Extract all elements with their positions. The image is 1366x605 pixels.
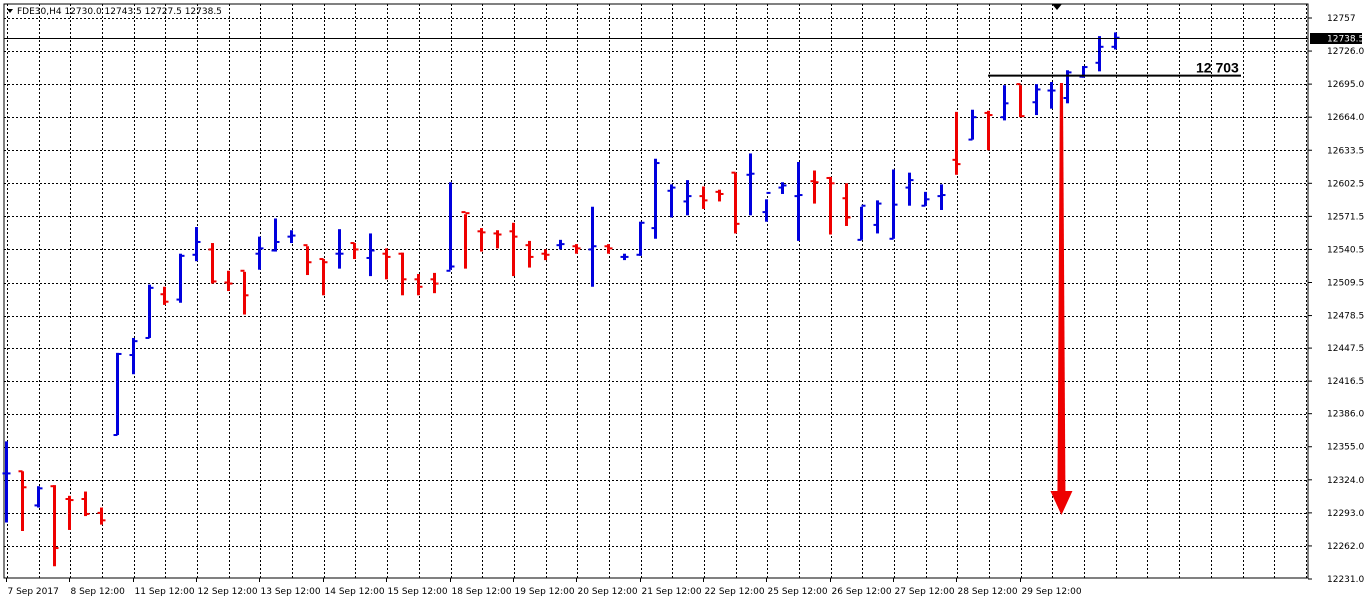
x-tick-label: 14 Sep 12:00 — [325, 587, 385, 597]
x-tick-label: 7 Sep 2017 — [8, 587, 59, 597]
x-tick-label: 19 Sep 12:00 — [515, 587, 575, 597]
y-tick-label: 12355.0 — [1327, 443, 1364, 453]
x-tick-label: 29 Sep 12:00 — [1022, 587, 1082, 597]
y-tick-label: 12447.5 — [1327, 344, 1364, 354]
y-tick-label: 12664.0 — [1327, 113, 1364, 123]
x-tick-label: 26 Sep 12:00 — [832, 587, 892, 597]
y-tick-label: 12262.0 — [1327, 542, 1364, 552]
y-tick-label: 12293.0 — [1327, 509, 1364, 519]
x-tick-label: 20 Sep 12:00 — [578, 587, 638, 597]
x-tick-label: 21 Sep 12:00 — [642, 587, 702, 597]
y-tick-label: 12509.5 — [1327, 279, 1364, 289]
level-label: 12 703 — [1196, 60, 1239, 76]
x-tick-label: 12 Sep 12:00 — [198, 587, 258, 597]
x-tick-label: 25 Sep 12:00 — [768, 587, 828, 597]
x-tick-label: 8 Sep 12:00 — [71, 587, 126, 597]
symbol-header: FDE30,H4 12730.0 12743.5 12727.5 12738.5 — [17, 7, 222, 17]
current-price-tag: 12738.5 — [1310, 33, 1364, 45]
x-tick-label: 15 Sep 12:00 — [388, 587, 448, 597]
y-tick-label: 12602.5 — [1327, 179, 1364, 189]
y-tick-label: 12324.0 — [1327, 476, 1364, 486]
y-tick-label: 12695.0 — [1327, 80, 1364, 90]
y-tick-label: 12231.0 — [1327, 575, 1364, 585]
chart-background — [0, 0, 1366, 605]
x-tick-label: 27 Sep 12:00 — [895, 587, 955, 597]
x-tick-label: 11 Sep 12:00 — [135, 587, 195, 597]
x-tick-label: 28 Sep 12:00 — [958, 587, 1018, 597]
y-tick-label: 12478.5 — [1327, 312, 1364, 322]
x-tick-label: 13 Sep 12:00 — [261, 587, 321, 597]
y-tick-label: 12540.5 — [1327, 245, 1364, 255]
y-tick-label: 12757 — [1327, 14, 1356, 24]
y-tick-label: 12571.5 — [1327, 212, 1364, 222]
y-tick-label: 12386.0 — [1327, 410, 1364, 420]
y-tick-label: 12416.5 — [1327, 377, 1364, 387]
ohlc-chart[interactable]: 12 703 12757 12726.0 12695.0 12664.0 12633.5… — [0, 0, 1366, 605]
x-tick-label: 22 Sep 12:00 — [705, 587, 765, 597]
y-tick-label: 12726.0 — [1327, 47, 1364, 57]
y-tick-label: 12633.5 — [1327, 146, 1364, 156]
current-price-tag-label: 12738.5 — [1327, 35, 1364, 45]
x-tick-label: 18 Sep 12:00 — [452, 587, 512, 597]
